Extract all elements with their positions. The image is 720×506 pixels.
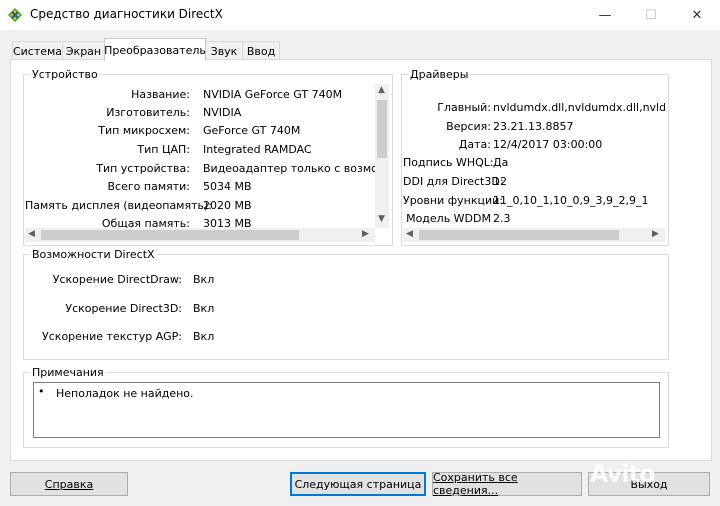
device-horizontal-scrollbar[interactable]: ◀ ▶	[25, 228, 375, 242]
notes-textbox[interactable]: • Неполадок не найдено.	[33, 382, 660, 438]
tab-system[interactable]: Система	[12, 41, 63, 60]
bullet-icon: •	[38, 385, 45, 398]
device-value-manufacturer: NVIDIA	[203, 106, 242, 119]
device-value-chip-type: GeForce GT 740M	[203, 124, 301, 137]
close-button[interactable]: ✕	[674, 0, 720, 30]
notes-item: Неполадок не найдено.	[56, 387, 194, 400]
help-button[interactable]: Справка	[10, 472, 128, 496]
agp-texture-value: Вкл	[193, 330, 215, 343]
scroll-right-arrow-icon[interactable]: ▶	[362, 229, 369, 239]
direct3d-label: Ускорение Direct3D:	[65, 302, 182, 315]
avito-watermark: Avito	[590, 460, 656, 488]
device-legend: Устройство	[32, 68, 98, 81]
agp-texture-label: Ускорение текстур AGP:	[42, 330, 182, 343]
driver-label-main: Главный:	[437, 101, 491, 114]
device-label-dac-type: Тип ЦАП:	[137, 143, 190, 156]
device-value-dac-type: Integrated RAMDAC	[203, 143, 312, 156]
drivers-horizontal-scrollbar[interactable]: ◀ ▶	[403, 228, 665, 242]
device-label-name: Название:	[131, 88, 190, 101]
window-title: Средство диагностики DirectX	[30, 7, 223, 21]
maximize-button[interactable]: ☐	[628, 0, 674, 30]
device-label-display-memory: Память дисплея (видеопамять):	[25, 199, 212, 212]
drivers-list[interactable]: Главный: nvldumdx.dll,nvldumdx.dll,nvldu…	[403, 84, 665, 228]
tab-input[interactable]: Ввод	[242, 41, 280, 60]
device-hscroll-thumb[interactable]	[41, 230, 299, 240]
scroll-left-arrow-icon[interactable]: ◀	[28, 229, 35, 239]
device-label-manufacturer: Изготовитель:	[106, 106, 190, 119]
tab-renderer[interactable]: Преобразователь	[104, 38, 206, 61]
scroll-right-arrow-icon[interactable]: ▶	[652, 229, 659, 239]
tab-display[interactable]: Экран	[62, 41, 105, 60]
driver-label-whql: Подпись WHQL:	[403, 156, 494, 169]
drivers-legend: Драйверы	[410, 68, 469, 81]
driver-label-ddi: DDI для Direct3D:	[403, 175, 504, 188]
drivers-hscroll-thumb[interactable]	[419, 230, 619, 240]
driver-label-version: Версия:	[446, 120, 491, 133]
device-vscroll-thumb[interactable]	[377, 100, 387, 158]
device-label-shared-memory: Общая память:	[101, 217, 190, 228]
directx-icon	[8, 8, 22, 22]
driver-value-ddi: 12	[493, 175, 507, 188]
device-label-total-memory: Всего памяти:	[107, 180, 190, 193]
device-list[interactable]: Название: NVIDIA GeForce GT 740M Изготов…	[25, 84, 375, 228]
save-all-button[interactable]: Сохранить все сведения...	[432, 471, 582, 497]
driver-value-whql: Да	[493, 156, 509, 169]
device-value-shared-memory: 3013 MB	[203, 217, 252, 228]
driver-label-wddm: Модель WDDM	[406, 212, 491, 225]
tab-sound[interactable]: Звук	[205, 41, 243, 60]
driver-value-version: 23.21.13.8857	[493, 120, 574, 133]
help-button-label: Справка	[44, 477, 94, 491]
next-page-button-label: Следующая страница	[294, 477, 422, 491]
device-value-total-memory: 5034 MB	[203, 180, 252, 193]
driver-value-wddm: 2.3	[493, 212, 511, 225]
next-page-button[interactable]: Следующая страница	[290, 472, 426, 496]
directx-features-legend: Возможности DirectX	[32, 248, 155, 261]
driver-value-date: 12/4/2017 03:00:00	[493, 138, 603, 151]
device-value-device-type: Видеоадаптер только с возможност	[203, 162, 375, 175]
directdraw-value: Вкл	[193, 273, 215, 286]
driver-label-feature-levels: Уровни функций:	[403, 194, 503, 207]
scroll-left-arrow-icon[interactable]: ◀	[406, 229, 413, 239]
save-all-button-label: Сохранить все сведения...	[433, 471, 518, 497]
scroll-down-arrow-icon[interactable]: ▼	[378, 214, 385, 224]
driver-label-date: Дата:	[458, 138, 491, 151]
direct3d-value: Вкл	[193, 302, 215, 315]
device-value-name: NVIDIA GeForce GT 740M	[203, 88, 343, 101]
driver-value-main: nvldumdx.dll,nvldumdx.dll,nvldumdx.d	[493, 101, 665, 114]
device-label-device-type: Тип устройства:	[96, 162, 190, 175]
device-label-chip-type: Тип микросхем:	[98, 124, 190, 137]
device-vertical-scrollbar[interactable]: ▲ ▼	[375, 84, 389, 228]
notes-legend: Примечания	[32, 366, 104, 379]
driver-value-feature-levels: 11_0,10_1,10_0,9_3,9_2,9_1	[493, 194, 649, 207]
device-value-display-memory: 2020 MB	[203, 199, 252, 212]
directdraw-label: Ускорение DirectDraw:	[52, 273, 182, 286]
scroll-up-arrow-icon[interactable]: ▲	[378, 85, 385, 95]
minimize-button[interactable]: —	[582, 0, 628, 30]
